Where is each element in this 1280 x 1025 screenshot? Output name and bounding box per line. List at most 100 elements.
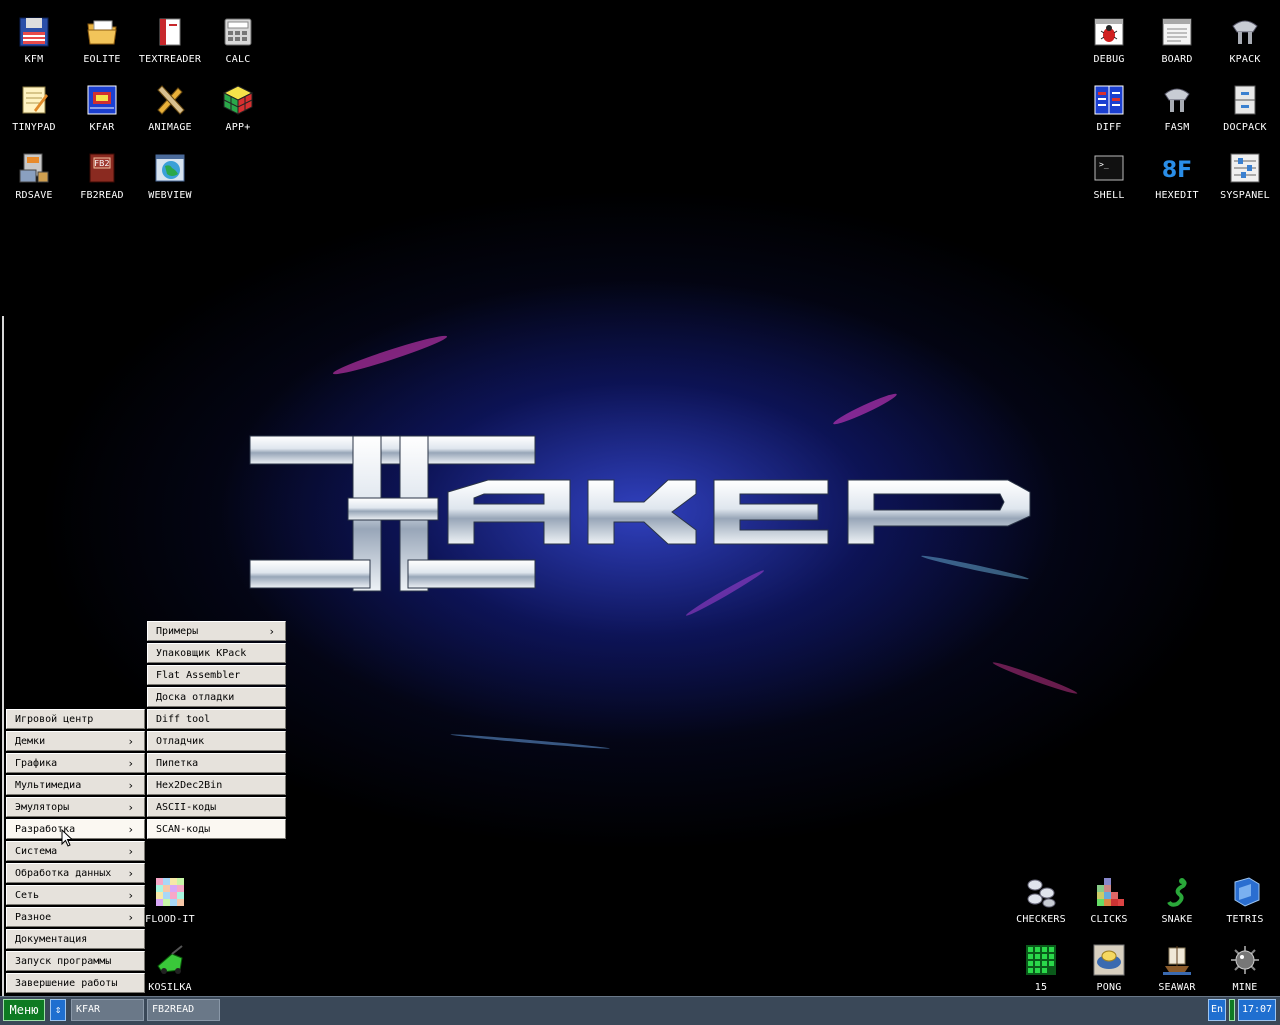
flood-it-icon (156, 878, 184, 906)
desktop-icon-seawar[interactable]: SEAWAR (1143, 936, 1211, 996)
desktop-icon-checkers[interactable]: CHECKERS (1007, 868, 1075, 932)
tetris-icon (1234, 877, 1260, 907)
desktop-icon-clicks[interactable]: CLICKS (1075, 868, 1143, 932)
desktop-icon-snake[interactable]: SNAKE (1143, 868, 1211, 932)
chevron-right-icon: › (127, 801, 134, 814)
submenu-item-debugger[interactable]: Отладчик (147, 731, 286, 751)
desktop-icon-fasm[interactable]: FASM (1143, 76, 1211, 140)
desktop-icon-fb2read[interactable]: FB2 FB2READ (68, 144, 136, 208)
svg-text:8F: 8F (1162, 158, 1192, 183)
chevron-right-icon: › (127, 889, 134, 902)
desktop-icon-flood-it[interactable]: FLOOD-IT (136, 868, 204, 932)
menu-item-label: Система (15, 846, 58, 857)
clicks-blocks-icon (1097, 878, 1124, 906)
mine-icon (1231, 946, 1259, 974)
desktop-icon-pong[interactable]: PONG (1075, 936, 1143, 996)
menu-item-data-processing[interactable]: Обработка данных › (6, 863, 145, 883)
ship-icon (1163, 946, 1191, 975)
desktop-icon-shell[interactable]: >_ SHELL (1075, 144, 1143, 208)
submenu-item-label: Diff tool (156, 714, 211, 725)
submenu-item-label: Доска отладки (156, 692, 235, 703)
desktop-icon-kpack[interactable]: KPACK (1211, 8, 1279, 72)
desktop-icon-textreader[interactable]: TEXTREADER (136, 8, 204, 72)
desktop-icon-webview[interactable]: WEBVIEW (136, 144, 204, 208)
menu-item-label: Эмуляторы (15, 802, 70, 813)
desktop-icon-kfar[interactable]: KFAR (68, 76, 136, 140)
icon-label: WEBVIEW (148, 190, 192, 201)
desktop-icon-tinypad[interactable]: TINYPAD (0, 76, 68, 140)
submenu-item-scan-codes[interactable]: SCAN-коды (147, 819, 286, 839)
desktop: KFM EOLITE TEXTREADER CALC TINYPAD KFAR … (0, 0, 1280, 996)
start-menu-button[interactable]: Меню (3, 999, 45, 1021)
taskbar-item-kfar[interactable]: KFAR (71, 999, 144, 1021)
fb2-book-icon: FB2 (89, 153, 115, 183)
desktop-icon-eolite[interactable]: EOLITE (68, 8, 136, 72)
clock[interactable]: 17:07 (1238, 999, 1276, 1021)
fasm-icon (1164, 88, 1190, 112)
menu-item-emulators[interactable]: Эмуляторы › (6, 797, 145, 817)
globe-window-icon (155, 154, 185, 182)
desktop-icon-tetris[interactable]: TETRIS (1211, 868, 1279, 932)
menu-item-network[interactable]: Сеть › (6, 885, 145, 905)
submenu-item-hex2dec2bin[interactable]: Hex2Dec2Bin (147, 775, 286, 795)
icon-label: TETRIS (1226, 914, 1264, 925)
folder-icon (87, 20, 117, 45)
submenu-item-fasm[interactable]: Flat Assembler (147, 665, 286, 685)
menu-item-development[interactable]: Разработка › (6, 819, 145, 839)
main-menu: Игровой центр Демки › Графика › Мультимеди… (6, 709, 145, 996)
icon-label: DOCPACK (1223, 122, 1267, 133)
submenu-item-pipette[interactable]: Пипетка (147, 753, 286, 773)
chevron-right-icon: › (127, 779, 134, 792)
desktop-icon-board[interactable]: BOARD (1143, 8, 1211, 72)
desktop-icon-mine[interactable]: MINE (1211, 936, 1279, 996)
taskbar-item-fb2read[interactable]: FB2READ (147, 999, 220, 1021)
calculator-icon (224, 18, 252, 46)
chevron-right-icon: › (127, 735, 134, 748)
keyboard-layout-indicator[interactable]: En (1208, 999, 1226, 1021)
icon-label: CALC (225, 54, 251, 65)
hacker-logo-image (249, 435, 1031, 592)
desktop-icon-app-plus[interactable]: APP+ (204, 76, 272, 140)
menu-item-label: Запуск программы (15, 956, 112, 967)
desktop-icon-kfm[interactable]: KFM (0, 8, 68, 72)
pencil-brush-icon (157, 85, 185, 115)
submenu-item-label: Flat Assembler (156, 670, 241, 681)
menu-item-multimedia[interactable]: Мультимедиа › (6, 775, 145, 795)
notepad-icon (22, 86, 48, 114)
submenu-item-kpack[interactable]: Упаковщик KPack (147, 643, 286, 663)
submenu-item-diff-tool[interactable]: Diff tool (147, 709, 286, 729)
lawnmower-icon (157, 945, 183, 974)
desktop-icon-15[interactable]: 15 (1007, 936, 1075, 996)
desktop-icon-debug[interactable]: DEBUG (1075, 8, 1143, 72)
submenu-item-label: Hex2Dec2Bin (156, 780, 223, 791)
kpack-icon (1232, 20, 1258, 44)
desktop-icon-calc[interactable]: CALC (204, 8, 272, 72)
submenu-item-ascii-codes[interactable]: ASCII-коды (147, 797, 286, 817)
icon-label: APP+ (225, 122, 251, 133)
submenu-item-examples[interactable]: Примеры › (147, 621, 286, 641)
menu-item-label: Сеть (15, 890, 40, 901)
desktop-icon-kosilka[interactable]: KOSILKA (136, 936, 204, 996)
menu-item-run-program[interactable]: Запуск программы (6, 951, 145, 971)
submenu-item-label: Пипетка (156, 758, 199, 769)
pong-icon (1093, 944, 1125, 976)
floppy-disk-icon (19, 17, 49, 47)
desktop-icon-animage[interactable]: ANIMAGE (136, 76, 204, 140)
book-icon (159, 18, 181, 46)
desktop-icon-diff[interactable]: DIFF (1075, 76, 1143, 140)
window-switch-icon[interactable]: ⇕ (50, 999, 66, 1021)
desktop-icon-syspanel[interactable]: SYSPANEL (1211, 144, 1279, 208)
menu-item-documentation[interactable]: Документация (6, 929, 145, 949)
submenu-item-label: SCAN-коды (156, 824, 211, 835)
menu-item-shutdown[interactable]: Завершение работы (6, 973, 145, 993)
menu-item-system[interactable]: Система › (6, 841, 145, 861)
menu-item-game-center[interactable]: Игровой центр (6, 709, 145, 729)
desktop-icon-docpack[interactable]: DOCPACK (1211, 76, 1279, 140)
desktop-icon-rdsave[interactable]: RDSAVE (0, 144, 68, 208)
menu-item-misc[interactable]: Разное › (6, 907, 145, 927)
submenu-item-debug-board[interactable]: Доска отладки (147, 687, 286, 707)
menu-item-graphics[interactable]: Графика › (6, 753, 145, 773)
menu-item-demos[interactable]: Демки › (6, 731, 145, 751)
menu-edge-strip (2, 316, 4, 996)
desktop-icon-hexedit[interactable]: 8F HEXEDIT (1143, 144, 1211, 208)
